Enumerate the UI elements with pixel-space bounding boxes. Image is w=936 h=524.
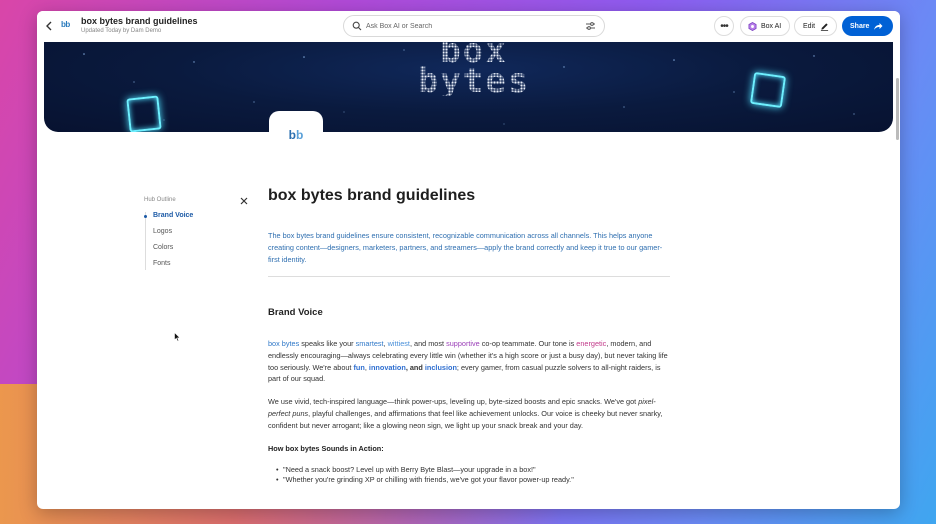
search-icon	[352, 21, 362, 31]
close-outline-button[interactable]	[237, 194, 251, 208]
back-button[interactable]	[41, 18, 57, 34]
text-run: , playful challenges, and affirmations t…	[268, 408, 663, 430]
neon-cube-right	[749, 71, 787, 109]
search-bar[interactable]	[343, 15, 605, 37]
share-arrow-icon	[874, 22, 883, 30]
in-action-subheading: How box bytes Sounds in Action:	[268, 443, 384, 453]
document-title: box bytes brand guidelines	[81, 16, 198, 26]
text-run: , and	[405, 362, 425, 372]
box-ai-button[interactable]: Box AI	[740, 16, 790, 36]
filter-sliders-icon[interactable]	[585, 21, 596, 31]
hub-logo-letter-1: b	[288, 128, 296, 142]
hub-banner-image: box bytes	[44, 42, 893, 132]
top-bar: bb box bytes brand guidelines Updated To…	[37, 11, 900, 42]
hub-outline-list: Brand Voice Logos Colors Fonts	[144, 212, 215, 270]
box-ai-icon	[748, 21, 757, 31]
search-input[interactable]	[366, 20, 566, 33]
box-ai-label: Box AI	[761, 22, 782, 30]
keyword-innovation: innovation	[368, 362, 406, 372]
list-item: "Need a snack boost? Level up with Berry…	[276, 465, 670, 475]
text-run: , and most	[409, 339, 447, 348]
brand-voice-heading: Brand Voice	[268, 307, 323, 318]
chevron-left-icon	[46, 21, 52, 31]
hub-app-logo: bb	[61, 20, 70, 29]
intro-paragraph: The box bytes brand guidelines ensure co…	[268, 231, 663, 264]
page-title: box bytes brand guidelines	[268, 187, 476, 204]
keyword-supportive: supportive	[446, 339, 480, 348]
share-button[interactable]: Share	[842, 16, 893, 36]
scrollbar[interactable]	[894, 42, 900, 509]
keyword-smartest: smartest	[355, 339, 384, 348]
keyword-fun: fun	[353, 362, 365, 372]
brand-voice-paragraph-2: We use vivid, tech-inspired language—thi…	[268, 396, 670, 431]
app-window: bb box bytes brand guidelines Updated To…	[37, 11, 900, 509]
text-run: speaks like your	[299, 339, 356, 348]
banner-title-line-2: bytes	[417, 61, 531, 101]
keyword-wittiest: wittiest	[387, 339, 410, 348]
hub-outline-title: Hub Outline	[144, 197, 176, 203]
edit-label: Edit	[803, 22, 816, 30]
scrollbar-thumb[interactable]	[896, 78, 899, 140]
pencil-icon	[820, 22, 829, 31]
keyword-inclusion: inclusion	[424, 362, 457, 372]
mouse-cursor-icon	[174, 332, 181, 342]
text-run: We use vivid, tech-inspired language—thi…	[268, 397, 639, 407]
outline-item-brand-voice[interactable]: Brand Voice	[144, 212, 215, 228]
outline-item-colors[interactable]: Colors	[146, 244, 215, 260]
main-content: box bytes brand guidelines The box bytes…	[268, 187, 670, 485]
section-divider	[268, 276, 670, 277]
document-updated-info: Updated Today by Dam Demo	[81, 28, 162, 34]
brand-voice-paragraph-1: box bytes speaks like your smartest, wit…	[268, 338, 670, 385]
close-icon	[240, 197, 248, 205]
edit-button[interactable]: Edit	[794, 16, 837, 36]
text-run: co-op teammate. Our tone is	[479, 339, 577, 348]
hub-logo-letter-2: b	[296, 128, 304, 142]
keyword-energetic: energetic	[576, 339, 607, 348]
share-label: Share	[850, 22, 870, 30]
more-options-button[interactable]: •••	[714, 16, 734, 36]
brand-name-link[interactable]: box bytes	[268, 339, 299, 348]
banner-pixel-title: box bytes	[394, 42, 554, 96]
outline-item-fonts[interactable]: Fonts	[146, 260, 215, 276]
neon-cube-left	[126, 95, 162, 132]
outline-item-logos[interactable]: Logos	[146, 228, 215, 244]
in-action-list: "Need a snack boost? Level up with Berry…	[268, 465, 670, 485]
hub-logo: bb	[269, 111, 323, 159]
list-item: "Whether you're grinding XP or chilling …	[276, 475, 670, 485]
